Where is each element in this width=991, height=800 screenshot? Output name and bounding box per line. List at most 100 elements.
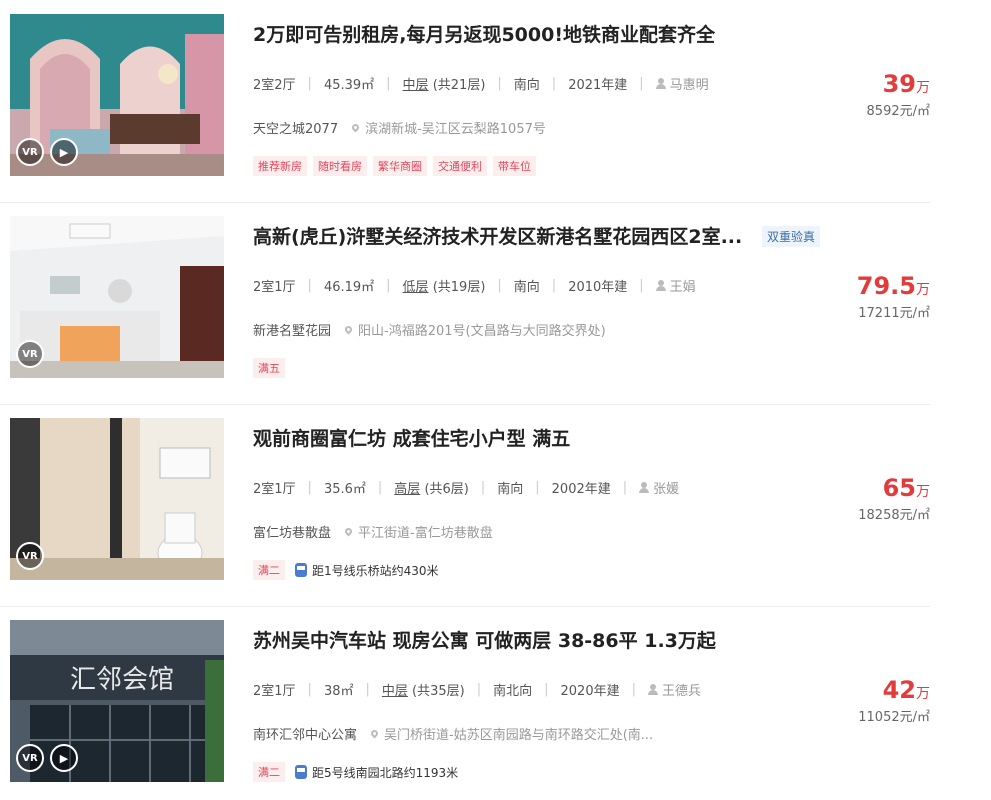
subway-info: 距5号线南园北路约1193米 xyxy=(295,764,458,781)
price-unit: 万 xyxy=(916,80,930,96)
agent[interactable]: 马惠明 xyxy=(655,74,709,93)
community-name[interactable]: 天空之城2077 xyxy=(253,118,338,137)
floor-total: (共19层) xyxy=(432,280,486,295)
listing-location: 天空之城2077 滨湖新城-吴江区云梨路1057号 xyxy=(253,118,546,137)
tag: 满二 xyxy=(253,560,285,580)
listing-card[interactable]: VR 观前商圈富仁坊 成套住宅小户型 满五 2室1厅 | 35.6㎡ | 高层 (共… xyxy=(0,404,930,607)
price-block: 42万 11052元/㎡ xyxy=(770,676,930,725)
subway-icon xyxy=(295,563,307,577)
build-year: 2002年建 xyxy=(551,482,611,497)
price-unit: 万 xyxy=(916,686,930,702)
listing-title[interactable]: 观前商圈富仁坊 成套住宅小户型 满五 xyxy=(253,424,570,451)
build-year: 2010年建 xyxy=(568,280,628,295)
area: 35.6㎡ xyxy=(323,482,366,497)
address: 吴门桥街道-姑苏区南园路与南环路交汇处(南... xyxy=(371,724,653,743)
area: 45.39㎡ xyxy=(323,78,375,93)
vr-icon[interactable]: VR xyxy=(16,744,44,772)
price-block: 39万 8592元/㎡ xyxy=(770,70,930,119)
vr-icon[interactable]: VR xyxy=(16,542,44,570)
address: 阳山-鸿福路201号(文昌路与大同路交界处) xyxy=(345,320,606,339)
build-year: 2021年建 xyxy=(568,78,628,93)
orientation: 南向 xyxy=(513,280,540,295)
location-pin-icon xyxy=(345,324,354,335)
build-year: 2020年建 xyxy=(560,684,620,699)
listing-card[interactable]: 汇邻会馆 VR ▶ 苏州吴中汽车站 现房公寓 可做两层 38-86平 1.3万起… xyxy=(0,606,930,800)
agent[interactable]: 张媛 xyxy=(639,478,679,497)
tag-list: 满二 距5号线南园北路约1193米 xyxy=(253,762,458,782)
orientation: 南北向 xyxy=(493,684,533,699)
floor-level[interactable]: 中层 xyxy=(403,74,429,93)
vr-icon[interactable]: VR xyxy=(16,340,44,368)
community-name[interactable]: 富仁坊巷散盘 xyxy=(253,522,331,541)
price-block: 79.5万 17211元/㎡ xyxy=(770,272,930,321)
play-icon[interactable]: ▶ xyxy=(50,138,78,166)
layout: 2室1厅 xyxy=(253,280,296,295)
floor-level[interactable]: 高层 xyxy=(394,478,420,497)
tag: 交通便利 xyxy=(433,156,487,176)
total-price: 42 xyxy=(882,676,916,704)
person-icon xyxy=(648,684,658,695)
verified-badge: 双重验真 xyxy=(762,226,821,247)
unit-price: 11052元/㎡ xyxy=(858,710,930,725)
tag: 随时看房 xyxy=(313,156,367,176)
total-price: 79.5 xyxy=(856,272,916,300)
orientation: 南向 xyxy=(513,78,540,93)
layout: 2室1厅 xyxy=(253,482,296,497)
address: 滨湖新城-吴江区云梨路1057号 xyxy=(352,118,546,137)
person-icon xyxy=(639,482,650,493)
unit-price: 17211元/㎡ xyxy=(858,306,930,321)
listing-title[interactable]: 高新(虎丘)浒墅关经济技术开发区新港名墅花园西区2室... xyxy=(253,222,742,249)
listing-title[interactable]: 2万即可告别租房,每月另返现5000!地铁商业配套齐全 xyxy=(253,20,715,47)
vr-icon[interactable]: VR xyxy=(16,138,44,166)
area: 38㎡ xyxy=(323,684,354,699)
building-sign: 汇邻会馆 xyxy=(70,665,174,695)
listing-photo[interactable]: VR xyxy=(10,418,224,580)
person-icon xyxy=(655,280,666,291)
unit-price: 8592元/㎡ xyxy=(866,104,930,119)
floor-level[interactable]: 低层 xyxy=(403,276,429,295)
tag: 繁华商圈 xyxy=(373,156,427,176)
listing-info: 2室2厅 | 45.39㎡ | 中层 (共21层) | 南向 | 2021年建 | 马惠明 xyxy=(253,74,709,93)
community-name[interactable]: 新港名墅花园 xyxy=(253,320,331,339)
listing-card[interactable]: VR ▶ 2万即可告别租房,每月另返现5000!地铁商业配套齐全 2室2厅 | 4… xyxy=(0,0,930,203)
location-pin-icon xyxy=(345,526,354,537)
subway-icon xyxy=(295,765,307,779)
price-unit: 万 xyxy=(916,484,930,500)
tag: 满二 xyxy=(253,762,285,782)
address: 平江街道-富仁坊巷散盘 xyxy=(345,522,493,541)
area: 46.19㎡ xyxy=(323,280,375,295)
subway-info: 距1号线乐桥站约430米 xyxy=(295,562,439,579)
tag-list: 满二 距1号线乐桥站约430米 xyxy=(253,560,439,580)
tag-list: 推荐新房 随时看房 繁华商圈 交通便利 带车位 xyxy=(253,156,542,176)
listing-photo[interactable]: VR xyxy=(10,216,224,378)
floor-total: (共6层) xyxy=(424,482,469,497)
floor-total: (共35层) xyxy=(412,684,465,699)
person-icon xyxy=(655,78,666,89)
listing-info: 2室1厅 | 46.19㎡ | 低层 (共19层) | 南向 | 2010年建 | 王娟 xyxy=(253,276,696,295)
total-price: 65 xyxy=(882,474,916,502)
community-name[interactable]: 南环汇邻中心公寓 xyxy=(253,724,357,743)
agent[interactable]: 王娟 xyxy=(655,276,696,295)
listing-card[interactable]: VR 高新(虎丘)浒墅关经济技术开发区新港名墅花园西区2室... 双重验真 2室… xyxy=(0,202,930,405)
tag: 满五 xyxy=(253,358,285,378)
listing-location: 富仁坊巷散盘 平江街道-富仁坊巷散盘 xyxy=(253,522,493,541)
play-icon[interactable]: ▶ xyxy=(50,744,78,772)
listing-location: 新港名墅花园 阳山-鸿福路201号(文昌路与大同路交界处) xyxy=(253,320,606,339)
listing-title[interactable]: 苏州吴中汽车站 现房公寓 可做两层 38-86平 1.3万起 xyxy=(253,626,716,653)
total-price: 39 xyxy=(882,70,916,98)
agent[interactable]: 王德兵 xyxy=(648,680,701,699)
listing-photo[interactable]: VR ▶ xyxy=(10,14,224,176)
location-pin-icon xyxy=(371,728,380,739)
listing-photo[interactable]: 汇邻会馆 VR ▶ xyxy=(10,620,224,782)
listing-info: 2室1厅 | 38㎡ | 中层 (共35层) | 南北向 | 2020年建 | 王德兵 xyxy=(253,680,702,699)
layout: 2室2厅 xyxy=(253,78,296,93)
floor-level[interactable]: 中层 xyxy=(382,680,408,699)
listing-location: 南环汇邻中心公寓 吴门桥街道-姑苏区南园路与南环路交汇处(南... xyxy=(253,724,653,743)
price-block: 65万 18258元/㎡ xyxy=(770,474,930,523)
layout: 2室1厅 xyxy=(253,684,296,699)
tag-list: 满五 xyxy=(253,358,291,378)
unit-price: 18258元/㎡ xyxy=(858,508,930,523)
tag: 带车位 xyxy=(493,156,536,176)
listing-info: 2室1厅 | 35.6㎡ | 高层 (共6层) | 南向 | 2002年建 | 张媛 xyxy=(253,478,680,497)
location-pin-icon xyxy=(352,122,361,133)
